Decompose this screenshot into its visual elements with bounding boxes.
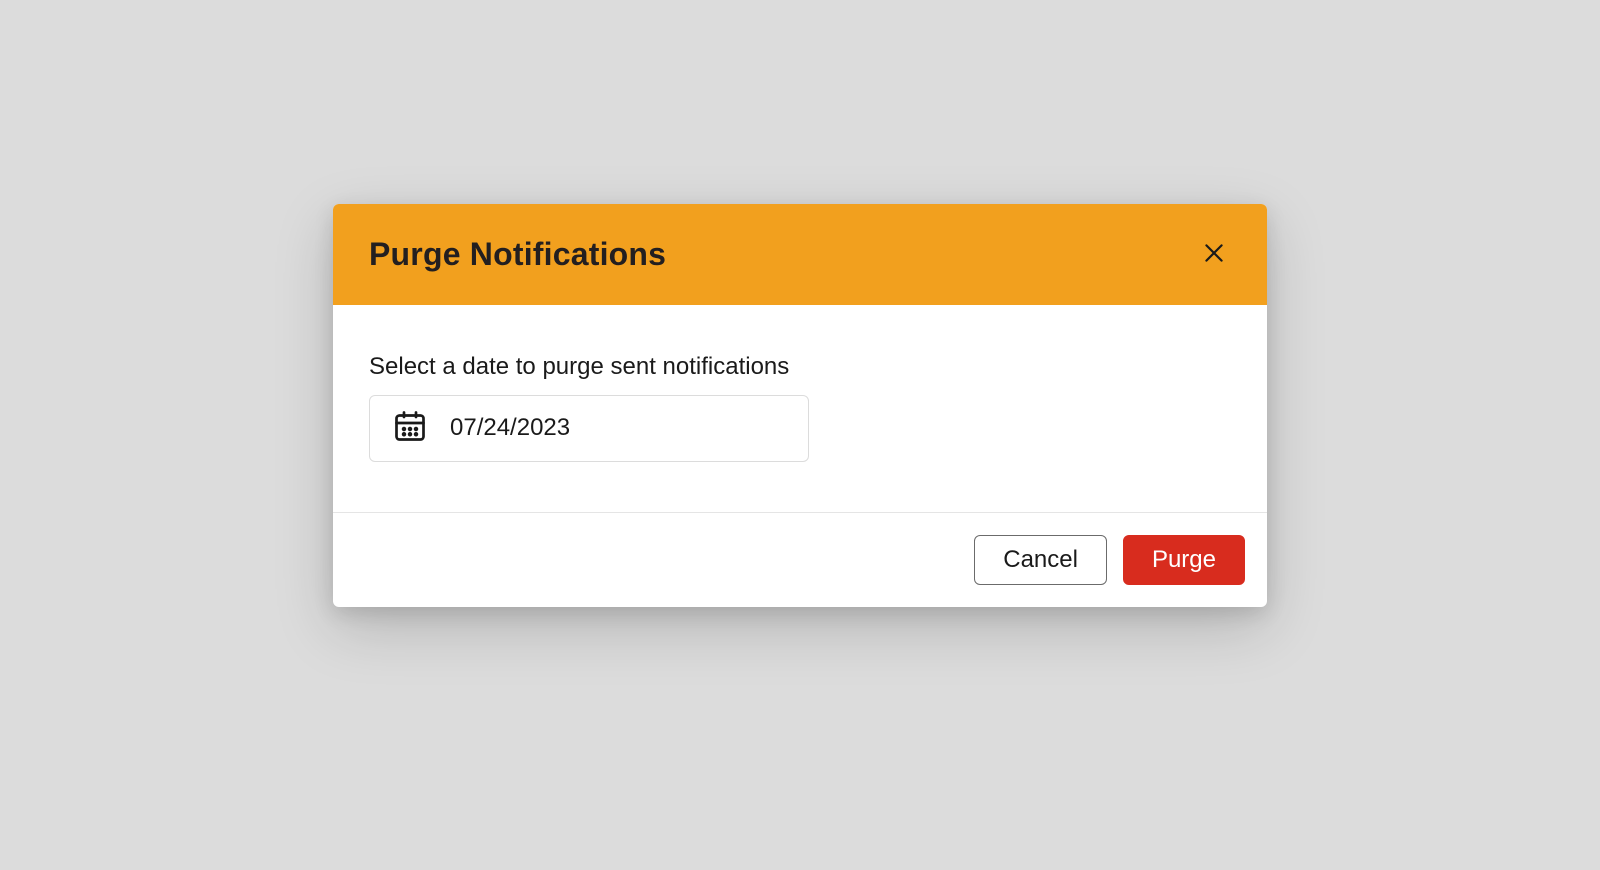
calendar-icon: [392, 408, 428, 449]
prompt-label: Select a date to purge sent notification…: [369, 353, 1231, 381]
modal-header: Purge Notifications: [333, 204, 1267, 305]
close-icon: [1201, 240, 1227, 269]
cancel-button[interactable]: Cancel: [974, 535, 1107, 585]
modal-title: Purge Notifications: [369, 236, 666, 273]
purge-button[interactable]: Purge: [1123, 535, 1245, 585]
date-value: 07/24/2023: [450, 414, 570, 442]
modal-footer: Cancel Purge: [333, 512, 1267, 607]
modal-body: Select a date to purge sent notification…: [333, 305, 1267, 512]
close-button[interactable]: [1197, 236, 1231, 273]
purge-notifications-modal: Purge Notifications Select a date to pur…: [333, 204, 1267, 607]
date-input[interactable]: 07/24/2023: [369, 395, 809, 462]
